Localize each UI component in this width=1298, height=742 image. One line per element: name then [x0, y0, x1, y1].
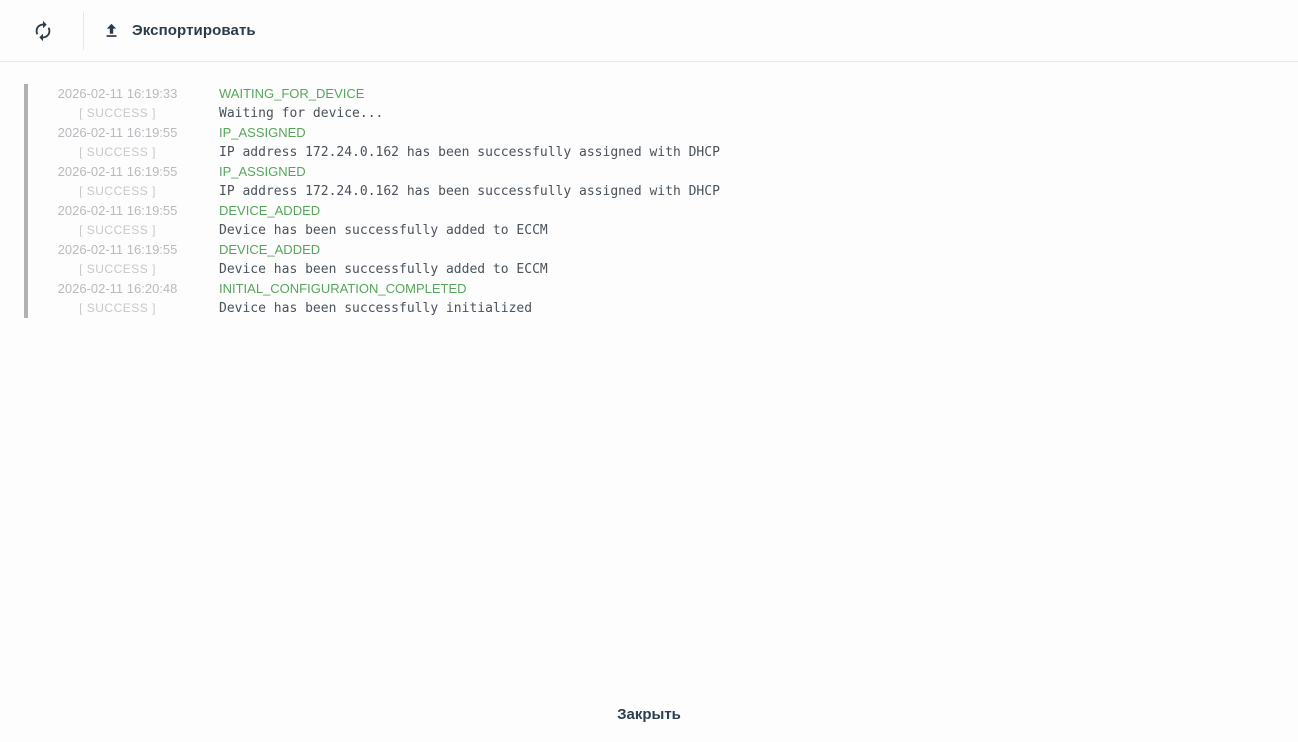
entry-status-badge: [ SUCCESS ] [79, 183, 156, 198]
entry-timestamp: 2026-02-11 16:19:33 [57, 86, 178, 101]
entry-message: Waiting for device... [219, 105, 384, 121]
entry-timestamp: 2026-02-11 16:19:55 [57, 203, 178, 218]
entry-body: WAITING_FOR_DEVICE Waiting for device... [219, 84, 383, 123]
log-entry: 2026-02-11 16:19:33 [ SUCCESS ] WAITING_… [28, 84, 720, 123]
toolbar: Экспортировать [0, 0, 1298, 62]
entry-event-name: INITIAL_CONFIGURATION_COMPLETED [219, 281, 467, 296]
entry-meta: 2026-02-11 16:19:33 [ SUCCESS ] [28, 84, 207, 123]
entry-status-badge: [ SUCCESS ] [79, 105, 156, 120]
toolbar-divider [83, 11, 84, 50]
refresh-button[interactable] [32, 20, 54, 42]
entry-message: Device has been successfully added to EC… [219, 222, 548, 238]
log-entry: 2026-02-11 16:19:55 [ SUCCESS ] DEVICE_A… [28, 201, 720, 240]
entry-event-name: IP_ASSIGNED [219, 164, 306, 179]
entry-timestamp: 2026-02-11 16:19:55 [57, 125, 178, 140]
entry-meta: 2026-02-11 16:20:48 [ SUCCESS ] [28, 279, 207, 318]
entry-status-badge: [ SUCCESS ] [79, 222, 156, 237]
entry-body: DEVICE_ADDED Device has been successfull… [219, 240, 548, 279]
entry-event-name: DEVICE_ADDED [219, 203, 321, 218]
refresh-icon [35, 20, 51, 41]
export-button[interactable]: Экспортировать [103, 22, 256, 39]
entry-body: IP_ASSIGNED IP address 172.24.0.162 has … [219, 123, 720, 162]
entry-message: Device has been successfully added to EC… [219, 261, 548, 277]
entry-body: INITIAL_CONFIGURATION_COMPLETED Device h… [219, 279, 532, 318]
entry-status-badge: [ SUCCESS ] [79, 300, 156, 315]
entry-body: DEVICE_ADDED Device has been successfull… [219, 201, 548, 240]
entry-meta: 2026-02-11 16:19:55 [ SUCCESS ] [28, 240, 207, 279]
upload-icon [106, 23, 117, 37]
entry-message: IP address 172.24.0.162 has been success… [219, 144, 720, 160]
log-entry: 2026-02-11 16:19:55 [ SUCCESS ] IP_ASSIG… [28, 162, 720, 201]
entry-message: Device has been successfully initialized [219, 300, 533, 316]
footer: Закрыть [0, 702, 1298, 742]
entry-body: IP_ASSIGNED IP address 172.24.0.162 has … [219, 162, 720, 201]
entry-event-name: WAITING_FOR_DEVICE [219, 86, 365, 101]
entry-message: IP address 172.24.0.162 has been success… [219, 183, 720, 199]
log-entry: 2026-02-11 16:19:55 [ SUCCESS ] DEVICE_A… [28, 240, 720, 279]
entry-timestamp: 2026-02-11 16:19:55 [57, 242, 178, 257]
entry-event-name: IP_ASSIGNED [219, 125, 306, 140]
log-area: 2026-02-11 16:19:33 [ SUCCESS ] WAITING_… [0, 62, 1298, 702]
log-entries: 2026-02-11 16:19:33 [ SUCCESS ] WAITING_… [24, 84, 720, 318]
log-entry: 2026-02-11 16:19:55 [ SUCCESS ] IP_ASSIG… [28, 123, 720, 162]
entry-status-badge: [ SUCCESS ] [79, 261, 156, 276]
entry-timestamp: 2026-02-11 16:19:55 [57, 164, 178, 179]
device-log-dialog: Экспортировать 2026-02-11 16:19:33 [ SUC… [0, 0, 1298, 742]
entry-status-badge: [ SUCCESS ] [79, 144, 156, 159]
entry-event-name: DEVICE_ADDED [219, 242, 321, 257]
entry-meta: 2026-02-11 16:19:55 [ SUCCESS ] [28, 123, 207, 162]
close-button[interactable]: Закрыть [609, 702, 689, 727]
entry-meta: 2026-02-11 16:19:55 [ SUCCESS ] [28, 162, 207, 201]
export-button-label: Экспортировать [132, 22, 256, 39]
entry-meta: 2026-02-11 16:19:55 [ SUCCESS ] [28, 201, 207, 240]
entry-timestamp: 2026-02-11 16:20:48 [57, 281, 178, 296]
log-entry: 2026-02-11 16:20:48 [ SUCCESS ] INITIAL_… [28, 279, 720, 318]
